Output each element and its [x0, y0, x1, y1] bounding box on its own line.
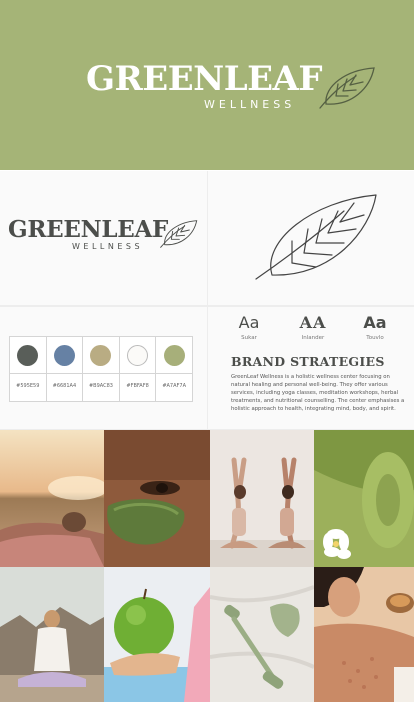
green-yoga-mat-with-flowers-photo: [314, 430, 414, 567]
brand-strategy-panel: Aa Sukar AA Inlander Aa Touvlo BRAND STR…: [208, 307, 414, 429]
face-with-green-clay-mask-photo: [104, 430, 210, 567]
brand-strategies-heading: BRAND STRATEGIES: [231, 354, 385, 369]
hero-logo: GREENLEAF WELLNESS: [86, 60, 376, 116]
swatch-dot: [17, 345, 39, 366]
swatch-hex: #6681A4: [52, 383, 77, 389]
font-sample: Aa Touvlo: [345, 313, 405, 341]
logo-row: GREENLEAF WELLNESS: [0, 171, 414, 306]
hand-holding-green-apple-photo: [104, 567, 210, 702]
woman-spa-body-scrub-photo: [314, 567, 414, 702]
swatch-dot: [127, 345, 149, 366]
woman-meditating-outdoors-photo: [0, 567, 104, 702]
font-sample-glyph: AA: [299, 313, 327, 332]
swatch-hex: #B9AC83: [88, 383, 113, 389]
hero-banner: GREENLEAF WELLNESS: [0, 0, 414, 170]
secondary-logo: GREENLEAF WELLNESS: [8, 217, 200, 257]
font-sample-glyph: Aa: [238, 313, 260, 332]
color-swatch: #6681A4: [46, 337, 84, 401]
font-name: Inlander: [301, 335, 325, 341]
font-name: Sukar: [241, 335, 257, 341]
font-samples: Aa Sukar AA Inlander Aa Touvlo: [208, 313, 414, 347]
swatch-hex: #A7AF7A: [162, 383, 187, 389]
leaf-mark-panel: [208, 171, 414, 305]
font-sample: AA Inlander: [283, 313, 343, 341]
color-swatch: #A7AF7A: [156, 337, 192, 401]
leaf-icon: [255, 194, 377, 280]
logo-brand-name: GREENLEAF: [8, 216, 169, 243]
font-sample-glyph: Aa: [363, 313, 387, 332]
swatch-dot: [53, 345, 75, 366]
swatch-dot: [90, 345, 112, 366]
color-palette-panel: #595E59 #6681A4 #B9AC83 #FBFAF8 #A7AF7A: [0, 307, 207, 429]
logo-brand-sub: WELLNESS: [72, 242, 144, 251]
swatch-hex: #595E59: [16, 383, 40, 389]
brand-strategies-text: GreenLeaf Wellness is a holistic wellnes…: [231, 374, 405, 412]
font-name: Touvlo: [366, 335, 384, 341]
color-palette: #595E59 #6681A4 #B9AC83 #FBFAF8 #A7AF7A: [9, 336, 193, 402]
brand-guidelines-row: #595E59 #6681A4 #B9AC83 #FBFAF8 #A7AF7A: [0, 306, 414, 430]
person-relaxing-on-beach-photo: [0, 430, 104, 567]
color-swatch: #595E59: [10, 337, 47, 401]
color-swatch: #B9AC83: [83, 337, 120, 401]
color-swatch: #FBFAF8: [119, 337, 157, 401]
jade-face-roller-photo: [210, 567, 314, 702]
leaf-icon: [160, 220, 198, 248]
logo-panel: GREENLEAF WELLNESS: [0, 171, 207, 305]
swatch-dot: [163, 345, 185, 366]
hero-brand-sub: WELLNESS: [204, 98, 296, 111]
two-women-yoga-stretch-photo: [210, 430, 314, 567]
leaf-icon: [319, 67, 375, 109]
hero-brand-name: GREENLEAF: [86, 59, 323, 99]
font-sample: Aa Sukar: [219, 313, 279, 341]
swatch-hex: #FBFAF8: [126, 383, 149, 389]
